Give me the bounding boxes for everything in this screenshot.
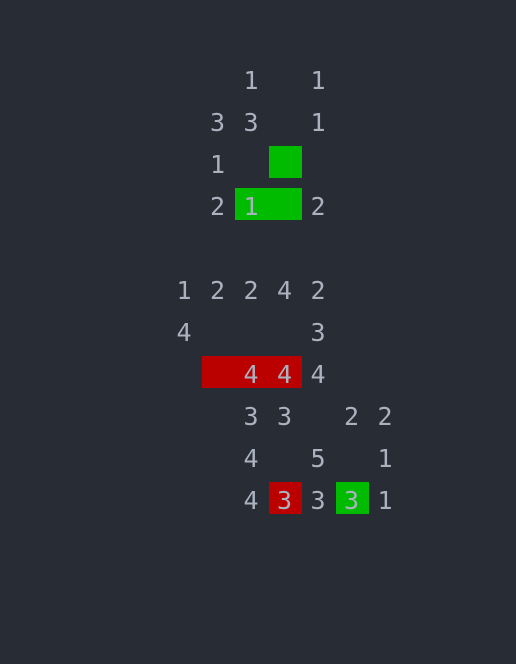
clue-number: 1 — [377, 485, 393, 515]
clue-number: 2 — [343, 401, 360, 431]
clue-number: 1 — [310, 107, 326, 137]
clue-number: 3 — [343, 485, 360, 515]
clue-number: 4 — [310, 359, 326, 389]
clue-number: 4 — [243, 359, 259, 389]
clue-number: 2 — [209, 191, 226, 221]
clue-number: 4 — [243, 485, 259, 515]
clue-number: 4 — [176, 317, 192, 347]
clue-number: 3 — [209, 107, 226, 137]
clue-number: 3 — [310, 485, 326, 515]
clue-number: 2 — [310, 191, 326, 221]
clue-number: 1 — [209, 149, 226, 179]
clue-number: 4 — [276, 359, 293, 389]
puzzle-board: 1133112121224243444332245143331 — [0, 0, 516, 664]
clue-number: 2 — [377, 401, 393, 431]
clue-number: 5 — [310, 443, 326, 473]
clue-number: 3 — [276, 485, 293, 515]
clue-number: 2 — [243, 275, 259, 305]
clue-number: 3 — [243, 401, 259, 431]
clue-number: 3 — [310, 317, 326, 347]
green-block[interactable] — [268, 146, 302, 178]
clue-number: 3 — [276, 401, 293, 431]
clue-number: 1 — [310, 65, 326, 95]
clue-number: 1 — [176, 275, 192, 305]
clue-number: 1 — [377, 443, 393, 473]
clue-number: 2 — [310, 275, 326, 305]
clue-number: 2 — [209, 275, 226, 305]
clue-number: 4 — [276, 275, 293, 305]
clue-number: 3 — [243, 107, 259, 137]
clue-number: 1 — [243, 191, 259, 221]
clue-number: 4 — [243, 443, 259, 473]
clue-number: 1 — [243, 65, 259, 95]
